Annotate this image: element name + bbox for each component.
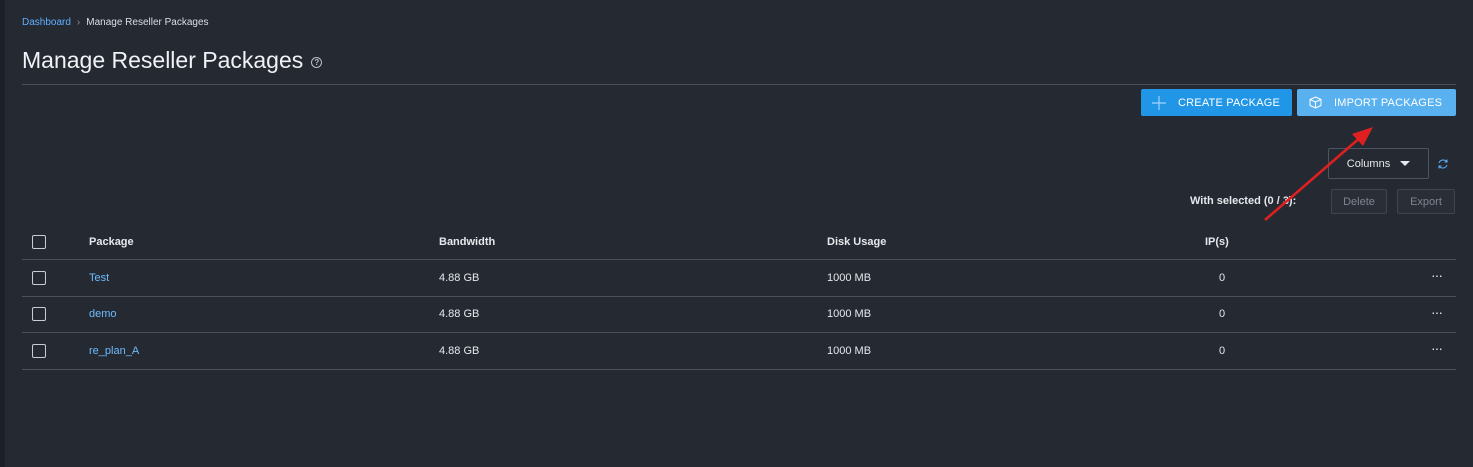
disk-usage-value: 1000 MB xyxy=(827,271,872,284)
breadcrumb-dashboard-link[interactable]: Dashboard xyxy=(22,17,71,28)
create-package-label: CREATE PACKAGE xyxy=(1178,96,1281,109)
table-row: re_plan_A 4.88 GB 1000 MB 0 ··· xyxy=(22,333,1456,370)
row-checkbox[interactable] xyxy=(32,270,46,285)
select-all-checkbox[interactable] xyxy=(32,234,46,249)
bandwidth-value: 4.88 GB xyxy=(439,308,480,321)
help-icon[interactable]: ? xyxy=(311,56,323,68)
row-checkbox[interactable] xyxy=(32,343,46,358)
disk-usage-value: 1000 MB xyxy=(827,308,872,321)
row-checkbox[interactable] xyxy=(32,307,46,322)
delete-button[interactable]: Delete xyxy=(1331,189,1387,214)
ellipsis-icon[interactable]: ··· xyxy=(1431,341,1443,355)
with-selected-label: With selected (0 / 3): xyxy=(1190,195,1297,207)
columns-dropdown[interactable]: Columns xyxy=(1328,148,1429,179)
create-package-button[interactable]: CREATE PACKAGE xyxy=(1141,89,1292,116)
title-divider xyxy=(22,84,1456,85)
refresh-icon[interactable] xyxy=(1437,157,1449,169)
ellipsis-icon[interactable]: ··· xyxy=(1431,268,1443,282)
box-icon xyxy=(1307,95,1323,111)
left-sidebar-edge xyxy=(0,0,5,467)
table-header-row: Package Bandwidth Disk Usage IP(s) xyxy=(22,224,1456,260)
table-row: demo 4.88 GB 1000 MB 0 ··· xyxy=(22,297,1456,333)
ips-value: 0 xyxy=(1219,271,1226,284)
bandwidth-value: 4.88 GB xyxy=(439,271,480,284)
import-packages-label: IMPORT PACKAGES xyxy=(1334,96,1443,109)
package-name-link[interactable]: demo xyxy=(89,308,117,320)
breadcrumb: Dashboard › Manage Reseller Packages xyxy=(22,17,209,28)
import-packages-button[interactable]: IMPORT PACKAGES xyxy=(1297,89,1456,116)
columns-label: Columns xyxy=(1346,157,1391,170)
ips-value: 0 xyxy=(1219,344,1226,357)
column-header-disk-usage[interactable]: Disk Usage xyxy=(827,236,886,248)
page-title: Manage Reseller Packages xyxy=(22,47,304,73)
packages-table: Package Bandwidth Disk Usage IP(s) Test … xyxy=(22,224,1456,370)
package-name-link[interactable]: re_plan_A xyxy=(89,345,139,357)
breadcrumb-separator-icon: › xyxy=(76,17,81,28)
table-row: Test 4.88 GB 1000 MB 0 ··· xyxy=(22,260,1456,297)
plus-icon xyxy=(1151,95,1167,111)
column-header-ips[interactable]: IP(s) xyxy=(1205,236,1229,248)
export-button[interactable]: Export xyxy=(1397,189,1455,214)
column-header-bandwidth[interactable]: Bandwidth xyxy=(439,236,495,248)
package-name-link[interactable]: Test xyxy=(89,272,109,284)
ellipsis-icon[interactable]: ··· xyxy=(1431,305,1443,319)
column-header-package[interactable]: Package xyxy=(89,236,134,248)
disk-usage-value: 1000 MB xyxy=(827,344,872,357)
ips-value: 0 xyxy=(1219,308,1226,321)
page-title-container: Manage Reseller Packages ? xyxy=(22,47,323,74)
breadcrumb-current: Manage Reseller Packages xyxy=(86,17,209,28)
bandwidth-value: 4.88 GB xyxy=(439,344,480,357)
caret-down-icon xyxy=(1400,161,1411,166)
